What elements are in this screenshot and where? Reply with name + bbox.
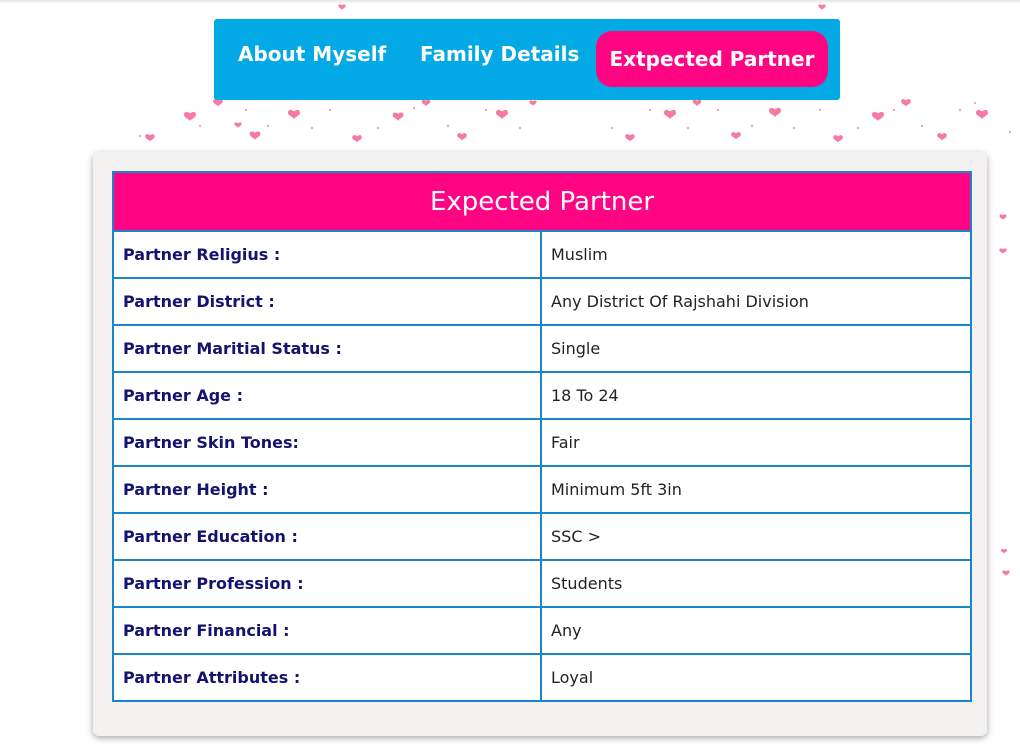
heart-icon [999, 248, 1007, 254]
table-row: Partner Attributes : Loyal [112, 653, 972, 702]
heart-icon [976, 109, 988, 119]
heart-icon [457, 133, 467, 141]
heart-icon [901, 99, 911, 107]
heart-icon [731, 132, 741, 140]
table-row: Partner Financial : Any [112, 606, 972, 655]
heart-icon [999, 214, 1007, 220]
table-row: Partner Age : 18 To 24 [112, 371, 972, 420]
row-label: Partner Education : [112, 512, 542, 561]
table-row: Partner Religius : Muslim [112, 230, 972, 279]
table-row: Partner District : Any District Of Rajsh… [112, 277, 972, 326]
table-row: Partner Education : SSC > [112, 512, 972, 561]
row-value: 18 To 24 [540, 371, 972, 420]
row-label: Partner Religius : [112, 230, 542, 279]
heart-icon [352, 135, 362, 143]
row-value: Students [540, 559, 972, 608]
row-value: Single [540, 324, 972, 373]
heart-icon [692, 99, 702, 107]
table-row: Partner Maritial Status : Single [112, 324, 972, 373]
heart-icon [213, 99, 223, 107]
heart-icon [818, 4, 826, 10]
expected-partner-table: Expected Partner Partner Religius : Musl… [112, 171, 972, 702]
row-label: Partner Height : [112, 465, 542, 514]
heart-icon [392, 112, 404, 121]
row-label: Partner Age : [112, 371, 542, 420]
heart-icon [769, 107, 781, 117]
heart-icon [625, 134, 635, 142]
row-value: SSC > [540, 512, 972, 561]
row-label: Partner Profession : [112, 559, 542, 608]
heart-icon [288, 109, 300, 119]
row-value: Any [540, 606, 972, 655]
row-label: Partner Maritial Status : [112, 324, 542, 373]
tab-family-details[interactable]: Family Details [420, 1, 579, 71]
expected-partner-panel: Expected Partner Partner Religius : Musl… [93, 152, 987, 736]
heart-icon [529, 100, 537, 106]
profile-tab-bar: About Myself Family Details Extpected Pa… [214, 19, 840, 100]
row-value: Muslim [540, 230, 972, 279]
row-value: Fair [540, 418, 972, 467]
tab-about-myself[interactable]: About Myself [238, 1, 386, 71]
row-value: Any District Of Rajshahi Division [540, 277, 972, 326]
heart-icon [872, 111, 884, 121]
heart-icon [496, 109, 508, 119]
heart-icon [249, 131, 261, 140]
heart-icon [1002, 570, 1010, 576]
heart-icon [833, 135, 843, 143]
heart-icon [664, 109, 676, 119]
heart-icon [145, 134, 155, 142]
tab-expected-partner[interactable]: Extpected Partner [596, 31, 828, 87]
row-label: Partner Financial : [112, 606, 542, 655]
heart-icon [937, 133, 947, 141]
table-row: Partner Profession : Students [112, 559, 972, 608]
table-row: Partner Skin Tones: Fair [112, 418, 972, 467]
table-title: Expected Partner [112, 171, 972, 232]
row-value: Loyal [540, 653, 972, 702]
row-label: Partner Skin Tones: [112, 418, 542, 467]
heart-icon [184, 111, 196, 121]
table-header-row: Expected Partner [112, 171, 972, 232]
table-row: Partner Height : Minimum 5ft 3in [112, 465, 972, 514]
heart-icon [234, 122, 242, 128]
heart-icon [421, 99, 431, 107]
row-label: Partner District : [112, 277, 542, 326]
row-value: Minimum 5ft 3in [540, 465, 972, 514]
heart-icon [1001, 548, 1007, 554]
row-label: Partner Attributes : [112, 653, 542, 702]
